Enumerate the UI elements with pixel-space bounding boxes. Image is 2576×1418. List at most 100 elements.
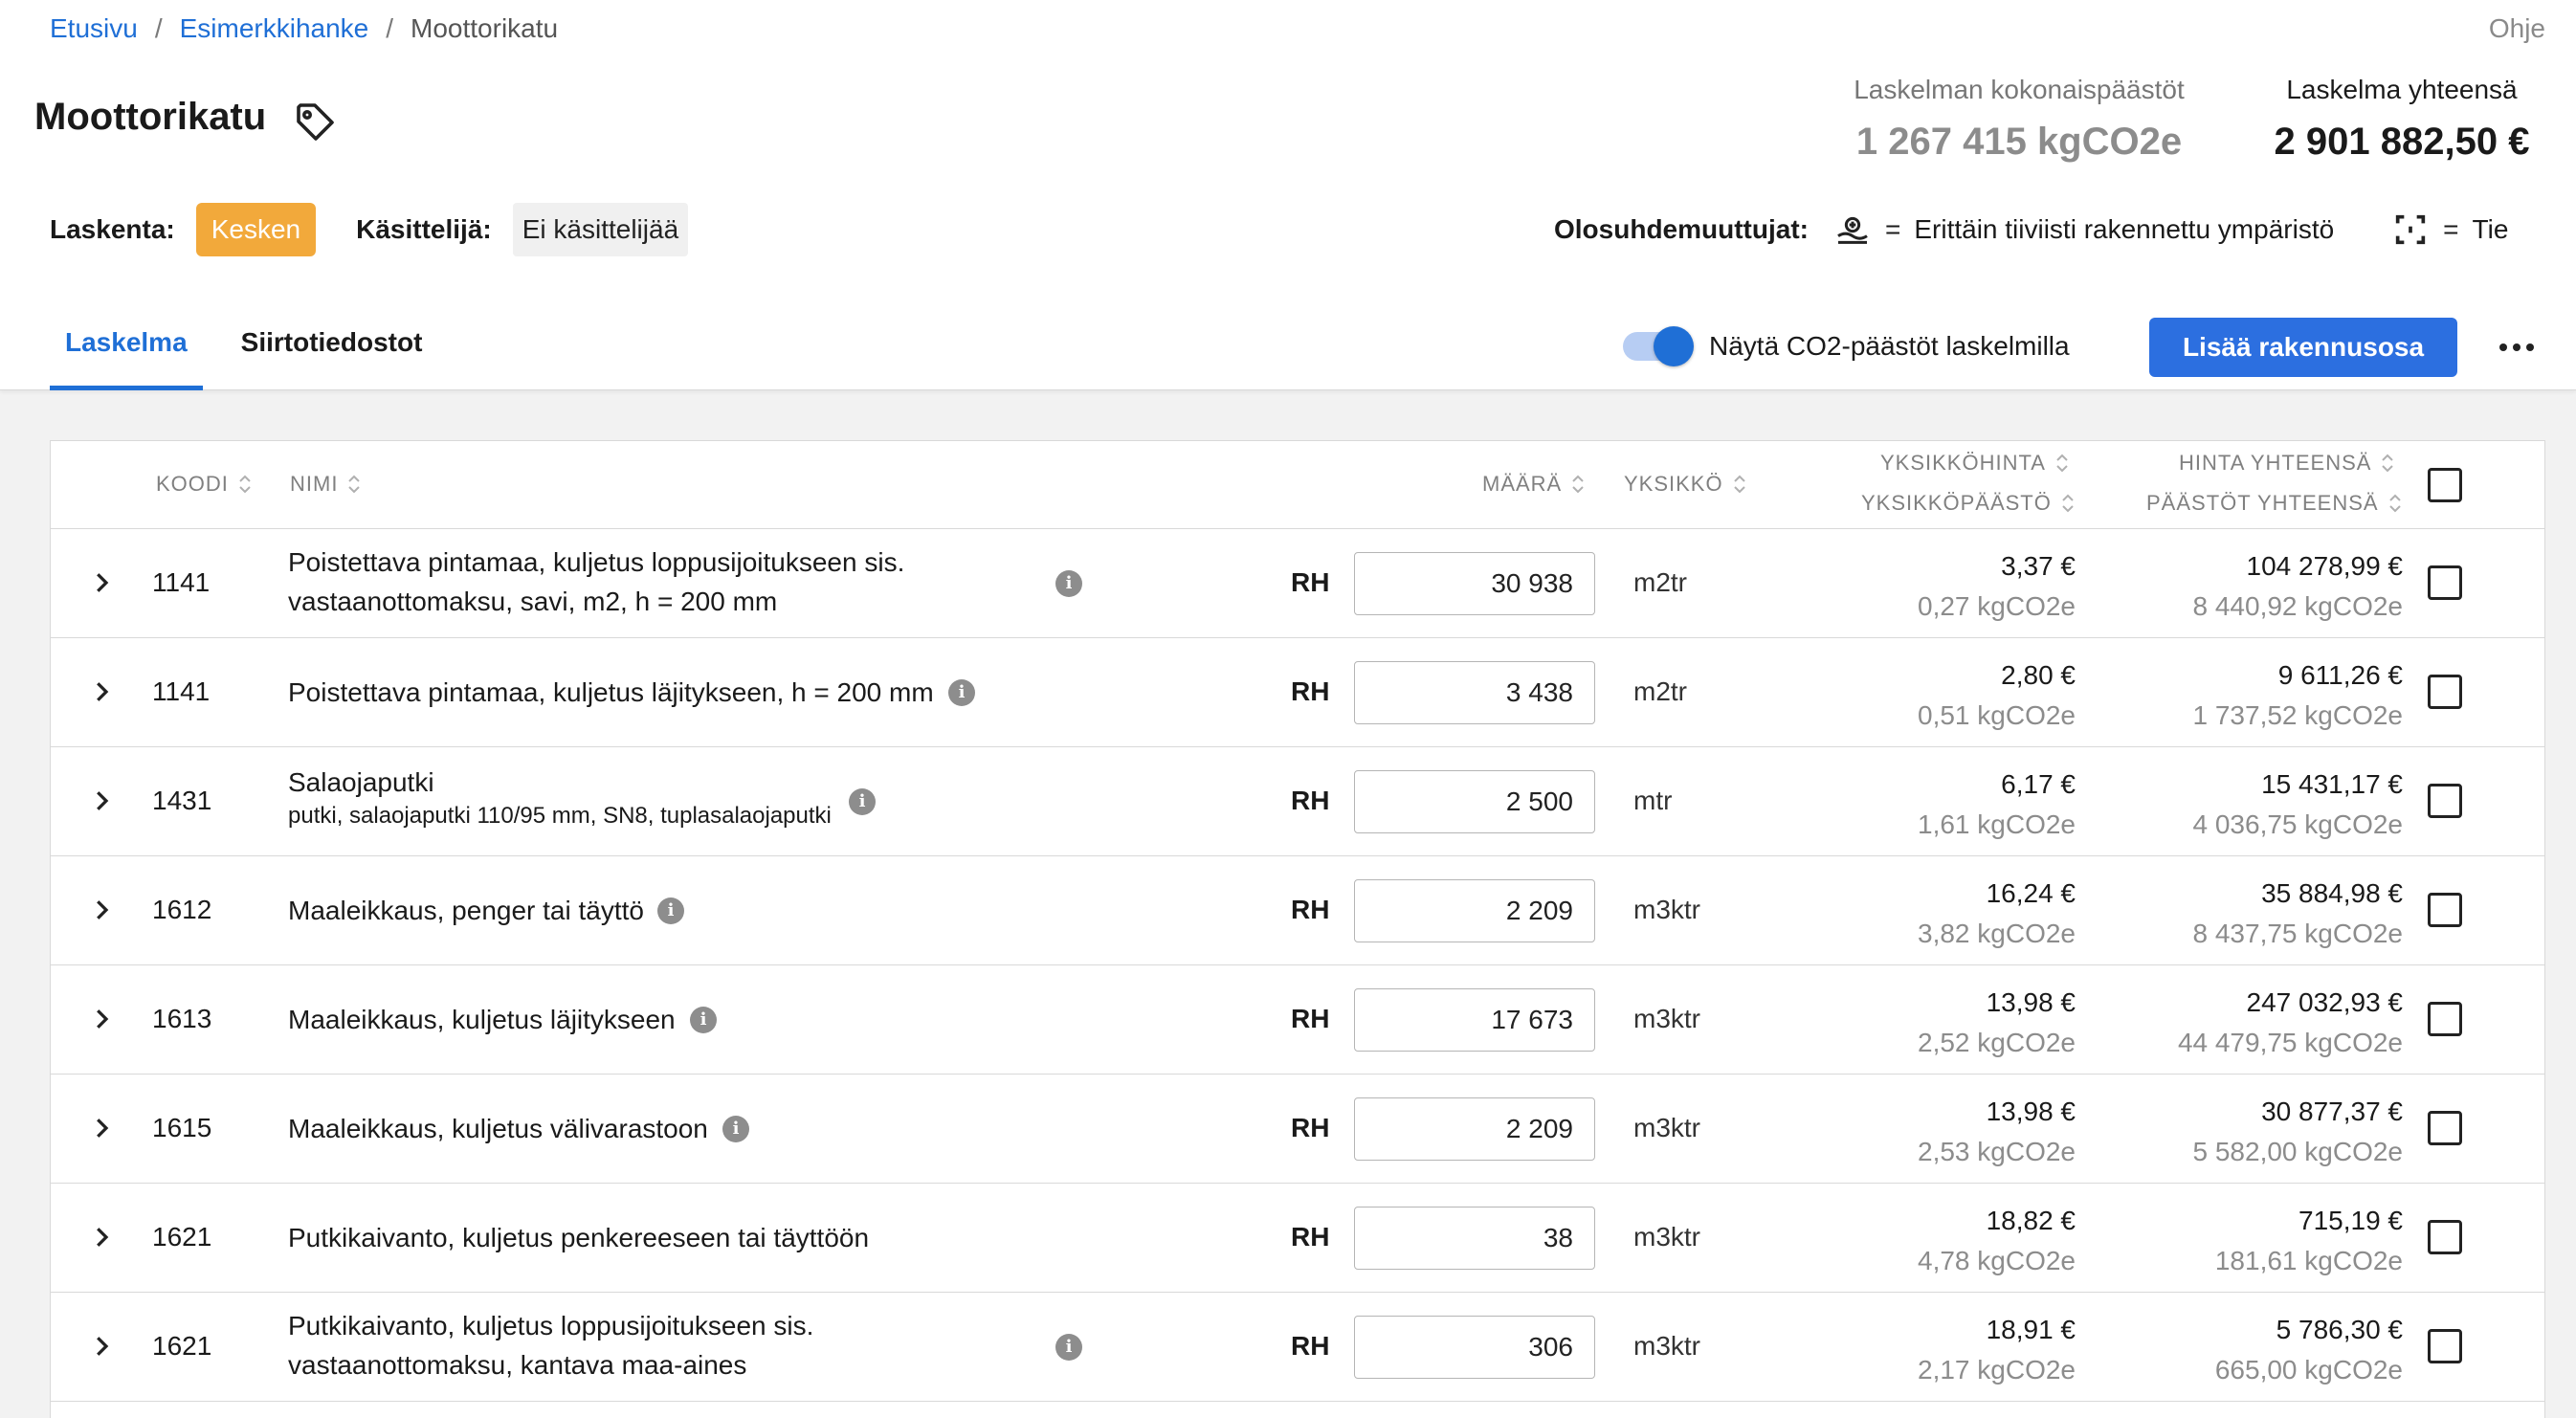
row-code: 1431 xyxy=(152,786,212,815)
quantity-input[interactable] xyxy=(1354,879,1595,942)
conditions-equals: = xyxy=(2443,214,2459,244)
breadcrumb-current: Moottorikatu xyxy=(411,13,559,43)
table-row[interactable]: 1141 Poistettava pintamaa, kuljetus läji… xyxy=(51,638,2544,747)
chevron-right-icon[interactable] xyxy=(87,568,116,597)
info-icon[interactable]: i xyxy=(1055,570,1082,597)
row-unit-price: 3,37 € 0,27 kgCO2e xyxy=(1918,546,2076,627)
unit-price-value: 13,98 € xyxy=(1986,987,2076,1017)
row-name-line: Putkikaivanto, kuljetus loppusijoituksee… xyxy=(288,1311,814,1340)
breadcrumb-project[interactable]: Esimerkkihanke xyxy=(180,13,369,44)
row-tag: RH xyxy=(1291,1004,1330,1033)
tag-icon[interactable] xyxy=(293,100,339,145)
column-header-quantity[interactable]: MÄÄRÄ xyxy=(1482,472,1585,497)
column-header-unit[interactable]: YKSIKKÖ xyxy=(1624,472,1746,497)
select-all-checkbox[interactable] xyxy=(2428,468,2462,502)
row-total-price: 9 611,26 € 1 737,52 kgCO2e xyxy=(2193,655,2404,736)
row-tag: RH xyxy=(1291,1113,1330,1142)
row-unit: m3ktr xyxy=(1633,1113,1700,1142)
info-icon[interactable]: i xyxy=(948,679,975,706)
unit-emission-value: 4,78 kgCO2e xyxy=(1918,1246,2076,1275)
total-price-value: 104 278,99 € xyxy=(2246,551,2404,581)
calc-status-label: Laskenta: xyxy=(50,214,175,244)
row-checkbox[interactable] xyxy=(2428,1002,2462,1036)
info-icon[interactable]: i xyxy=(722,1116,749,1142)
row-checkbox[interactable] xyxy=(2428,1220,2462,1254)
tab-calculation[interactable]: Laskelma xyxy=(50,310,203,390)
column-header-code[interactable]: KOODI xyxy=(156,472,252,497)
quantity-input[interactable] xyxy=(1354,988,1595,1052)
row-tag: RH xyxy=(1291,1331,1330,1361)
help-link[interactable]: Ohje xyxy=(2489,13,2545,44)
calc-status-badge[interactable]: Kesken xyxy=(195,203,317,256)
toggle-knob xyxy=(1654,326,1694,366)
row-name-line: Maaleikkaus, penger tai täyttö xyxy=(288,896,644,925)
row-checkbox[interactable] xyxy=(2428,565,2462,600)
row-total-price: 104 278,99 € 8 440,92 kgCO2e xyxy=(2193,546,2404,627)
info-icon[interactable]: i xyxy=(690,1007,717,1033)
unit-emission-value: 0,51 kgCO2e xyxy=(1918,700,2076,730)
column-header-name[interactable]: NIMI xyxy=(290,472,361,497)
row-code: 1621 xyxy=(152,1331,212,1361)
chevron-right-icon[interactable] xyxy=(87,1223,116,1252)
breadcrumb: Etusivu / Esimerkkihanke / Moottorikatu xyxy=(50,13,558,44)
table-row[interactable]: 1612 Maaleikkaus, penger tai täyttö i RH… xyxy=(51,856,2544,965)
chevron-right-icon[interactable] xyxy=(87,1114,116,1142)
quantity-input[interactable] xyxy=(1354,1097,1595,1161)
sort-icon xyxy=(2382,454,2394,473)
table-row[interactable]: 1621 Putkikaivanto, kuljetus loppusijoit… xyxy=(51,1293,2544,1402)
row-unit: m2tr xyxy=(1633,567,1687,597)
chevron-right-icon[interactable] xyxy=(87,787,116,815)
chevron-right-icon[interactable] xyxy=(87,1332,116,1361)
co2-toggle[interactable] xyxy=(1623,326,1694,366)
column-header-total-emission[interactable]: PÄÄSTÖT YHTEENSÄ xyxy=(2146,491,2402,516)
info-icon[interactable]: i xyxy=(1055,1334,1082,1361)
table-row[interactable]: 1615 Maaleikkaus, kuljetus välivarastoon… xyxy=(51,1075,2544,1184)
add-building-part-button[interactable]: Lisää rakennusosa xyxy=(2149,318,2457,377)
row-checkbox[interactable] xyxy=(2428,1111,2462,1145)
table-row[interactable]: 1141 Poistettava pintamaa, kuljetus lopp… xyxy=(51,529,2544,638)
chevron-right-icon[interactable] xyxy=(87,677,116,706)
unit-emission-value: 1,61 kgCO2e xyxy=(1918,809,2076,839)
row-checkbox[interactable] xyxy=(2428,784,2462,818)
chevron-right-icon[interactable] xyxy=(87,896,116,924)
unit-price-value: 13,98 € xyxy=(1986,1097,2076,1126)
sort-icon xyxy=(1572,475,1584,494)
handler-value[interactable]: Ei käsittelijää xyxy=(512,203,689,256)
column-header-unit-emission[interactable]: YKSIKKÖPÄÄSTÖ xyxy=(1861,491,2075,516)
row-checkbox[interactable] xyxy=(2428,675,2462,709)
table-row[interactable]: 1431 Salaojaputki putki, salaojaputki 11… xyxy=(51,747,2544,856)
co2-toggle-label: Näytä CO2-päästöt laskelmilla xyxy=(1709,331,2070,361)
conditions-area-value: Erittäin tiiviisti rakennettu ympäristö xyxy=(1914,214,2335,244)
row-name-line: Salaojaputki xyxy=(288,767,434,797)
status-row: Laskenta: Kesken Käsittelijä: Ei käsitte… xyxy=(50,201,689,258)
tab-transfer-files[interactable]: Siirtotiedostot xyxy=(226,310,438,390)
quantity-input[interactable] xyxy=(1354,552,1595,615)
info-icon[interactable]: i xyxy=(849,788,876,815)
total-emission-value: 4 036,75 kgCO2e xyxy=(2192,809,2404,839)
unit-price-value: 2,80 € xyxy=(2001,660,2076,690)
more-horizontal-icon[interactable] xyxy=(2494,327,2540,367)
quantity-input[interactable] xyxy=(1354,770,1595,833)
column-header-unit-price[interactable]: YKSIKKÖHINTA xyxy=(1880,451,2069,476)
row-checkbox[interactable] xyxy=(2428,1329,2462,1363)
quantity-input[interactable] xyxy=(1354,661,1595,724)
sort-icon xyxy=(2388,494,2401,513)
row-unit-price: 6,17 € 1,61 kgCO2e xyxy=(1918,764,2076,845)
quantity-input[interactable] xyxy=(1354,1316,1595,1379)
breadcrumb-home[interactable]: Etusivu xyxy=(50,13,138,44)
row-unit: m3ktr xyxy=(1633,1004,1700,1033)
column-code-label: KOODI xyxy=(156,472,229,496)
table-row[interactable]: 1621 Putkikaivanto, kuljetus penkereesee… xyxy=(51,1184,2544,1293)
table-row[interactable]: 1613 Maaleikkaus, kuljetus läjitykseen i… xyxy=(51,965,2544,1075)
column-header-total-price[interactable]: HINTA YHTEENSÄ xyxy=(2179,451,2394,476)
total-emission-value: 8 437,75 kgCO2e xyxy=(2192,919,2404,948)
info-icon[interactable]: i xyxy=(657,897,684,924)
chevron-right-icon[interactable] xyxy=(87,1005,116,1033)
quantity-input[interactable] xyxy=(1354,1207,1595,1270)
row-name: Putkikaivanto, kuljetus loppusijoituksee… xyxy=(288,1306,813,1385)
row-tag: RH xyxy=(1291,567,1330,597)
row-checkbox[interactable] xyxy=(2428,893,2462,927)
co2-toggle-control: Näytä CO2-päästöt laskelmilla xyxy=(1623,325,2070,367)
unit-price-value: 18,91 € xyxy=(1986,1315,2076,1344)
column-unit-label: YKSIKKÖ xyxy=(1624,472,1723,496)
